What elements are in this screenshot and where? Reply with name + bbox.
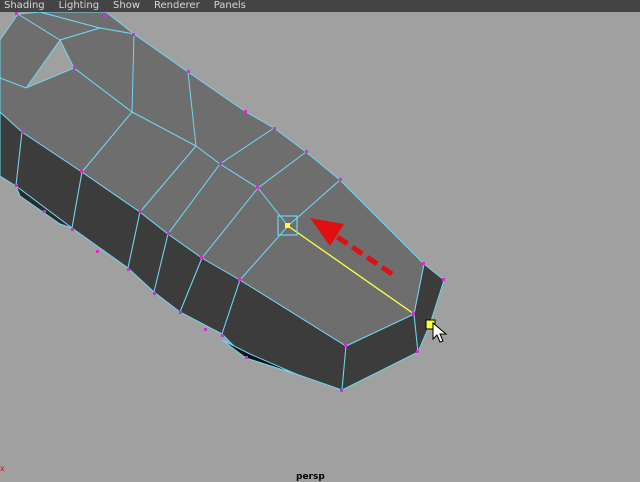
vertex [238,278,241,281]
vertex [256,186,259,189]
vertex [200,256,203,259]
vertex [43,210,46,213]
menu-show[interactable]: Show [106,0,147,12]
vertex [21,130,24,133]
vertex [442,278,445,281]
vertex [127,268,130,271]
vertex [305,150,308,153]
vertex [167,232,170,235]
menu-lighting[interactable]: Lighting [52,0,106,12]
viewport-panel-menubar: Shading Lighting Show Renderer Panels [0,0,640,12]
vertex [273,127,276,130]
vertex [219,162,222,165]
vertex [139,210,142,213]
vertex [15,12,18,15]
vertex [245,356,248,359]
vertex [153,292,156,295]
vertex [204,328,207,331]
vertex [80,170,83,173]
vertex [73,66,76,69]
vertex [96,250,99,253]
menu-renderer[interactable]: Renderer [147,0,207,12]
vertex [104,14,107,17]
vertex [412,312,415,315]
arrow-cursor-icon [425,319,448,343]
vertex [340,389,343,392]
perspective-viewport[interactable]: persp x [0,12,640,482]
vertex [187,70,190,73]
vertex [339,178,342,181]
menu-panels[interactable]: Panels [207,0,253,12]
vertex [422,262,425,265]
axis-x-label: x [0,464,5,473]
vertex [244,110,247,113]
vertex [221,334,224,337]
vertex [71,228,74,231]
vertex [179,311,182,314]
vertex [344,344,347,347]
vertex [15,184,18,187]
menu-shading[interactable]: Shading [0,0,52,12]
mesh-canvas[interactable] [0,12,640,480]
vertex [416,350,419,353]
vertex [132,33,135,36]
camera-name-label: persp [296,472,325,482]
